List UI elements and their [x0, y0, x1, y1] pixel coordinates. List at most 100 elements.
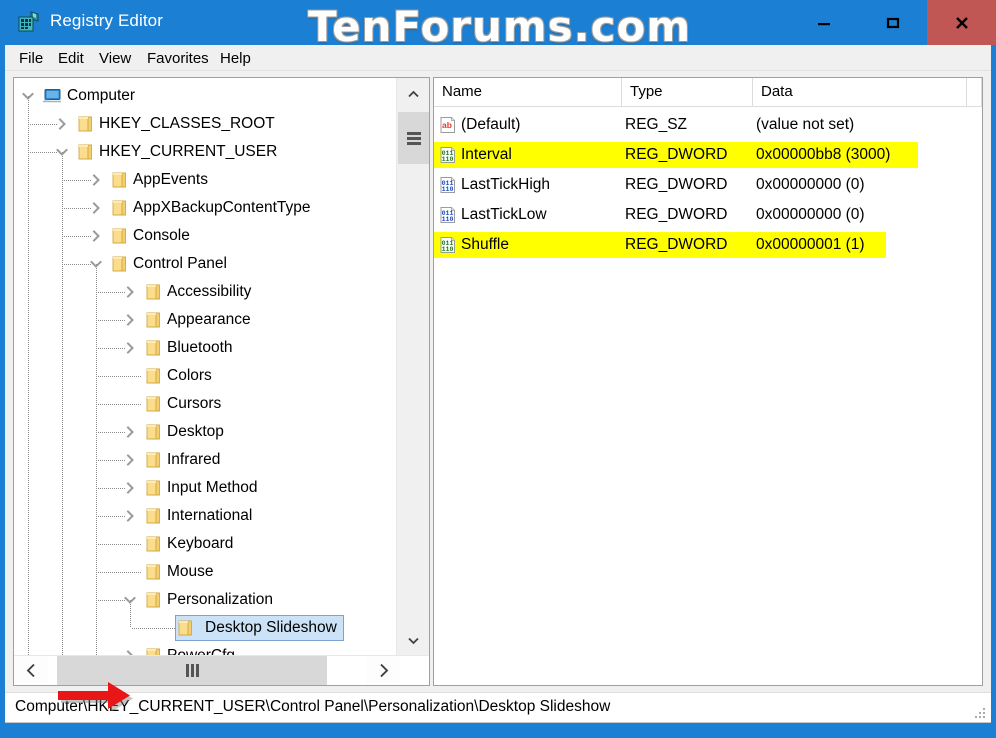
folder-icon — [146, 592, 160, 608]
tree-item-control-panel[interactable]: Control Panel — [14, 250, 396, 278]
menu-item-favorites[interactable]: Favorites — [145, 48, 211, 69]
folder-icon — [146, 536, 160, 552]
chevron-right-icon[interactable] — [122, 480, 138, 496]
value-data: 0x00000000 (0) — [756, 206, 865, 223]
column-header-type[interactable]: Type — [622, 78, 753, 106]
menu-item-help[interactable]: Help — [218, 48, 253, 69]
scroll-down-button[interactable] — [397, 624, 429, 657]
registry-tree-pane[interactable]: Computer HKEY_CLASSES_ROOT HKEY_CURRENT_US… — [13, 77, 430, 686]
tree-item-label: AppXBackupContentType — [133, 199, 311, 216]
tree-item-mouse[interactable]: Mouse — [14, 558, 396, 586]
tree-item-console[interactable]: Console — [14, 222, 396, 250]
column-header-name[interactable]: Name — [434, 78, 622, 106]
value-type: REG_DWORD — [625, 176, 728, 193]
maximize-icon — [886, 17, 899, 28]
tree-scroll-viewport: Computer HKEY_CLASSES_ROOT HKEY_CURRENT_US… — [14, 78, 396, 657]
folder-icon — [178, 620, 192, 636]
tree-item-appearance[interactable]: Appearance — [14, 306, 396, 334]
tree-item-accessibility[interactable]: Accessibility — [14, 278, 396, 306]
tree-item-colors[interactable]: Colors — [14, 362, 396, 390]
list-column-headers: Name Type Data — [434, 78, 982, 107]
chevron-down-icon[interactable] — [88, 256, 104, 272]
folder-icon — [112, 228, 126, 244]
selected-tree-item[interactable]: Desktop Slideshow — [175, 615, 344, 641]
chevron-down-icon — [408, 637, 419, 645]
chevron-right-icon[interactable] — [122, 340, 138, 356]
tree-item-hkey-classes-root[interactable]: HKEY_CLASSES_ROOT — [14, 110, 396, 138]
tree-vertical-scrollbar[interactable] — [396, 78, 429, 657]
tree-horizontal-scrollbar[interactable] — [14, 655, 429, 685]
close-button[interactable] — [927, 0, 996, 45]
chevron-right-icon[interactable] — [88, 228, 104, 244]
value-row[interactable]: 011 110 Shuffle REG_DWORD 0x00000001 (1) — [434, 230, 982, 260]
value-data: (value not set) — [756, 116, 855, 133]
dword-value-icon: 011110 — [440, 147, 455, 163]
chevron-down-icon[interactable] — [20, 88, 36, 104]
chevron-right-icon[interactable] — [122, 508, 138, 524]
tree-item-bluetooth[interactable]: Bluetooth — [14, 334, 396, 362]
tree-item-computer[interactable]: Computer — [14, 82, 396, 110]
tree-item-international[interactable]: International — [14, 502, 396, 530]
value-row[interactable]: ab (Default) REG_SZ (value not set) — [434, 110, 982, 140]
tree-item-hkey-current-user[interactable]: HKEY_CURRENT_USER — [14, 138, 396, 166]
tree-item-label: Infrared — [167, 451, 221, 468]
minimize-button[interactable] — [789, 0, 858, 45]
value-type: REG_DWORD — [625, 206, 728, 223]
tree-item-desktop-slideshow[interactable]: Desktop Slideshow — [14, 614, 396, 642]
resize-grip-icon[interactable] — [973, 706, 987, 720]
hscrollbar-track[interactable] — [49, 656, 365, 685]
chevron-right-icon[interactable] — [54, 116, 70, 132]
value-row[interactable]: 011 110 LastTickHigh REG_DWORD 0x00000000 (0… — [434, 170, 982, 200]
tree-item-label: Appearance — [167, 311, 251, 328]
tree-item-label: AppEvents — [133, 171, 208, 188]
value-row[interactable]: 011 110 LastTickLow REG_DWORD 0x00000000 (0) — [434, 200, 982, 230]
chevron-right-icon[interactable] — [88, 200, 104, 216]
tree-item-label: Input Method — [167, 479, 258, 496]
tree-item-cursors[interactable]: Cursors — [14, 390, 396, 418]
status-path-text: Computer\HKEY_CURRENT_USER\Control Panel… — [15, 698, 611, 715]
scrollbar-thumb-vertical[interactable] — [398, 112, 429, 164]
menu-item-file[interactable]: File — [17, 48, 45, 69]
status-bar: Computer\HKEY_CURRENT_USER\Control Panel… — [5, 692, 991, 723]
tree-item-label: Console — [133, 227, 190, 244]
tree-item-input-method[interactable]: Input Method — [14, 474, 396, 502]
scroll-up-button[interactable] — [397, 78, 429, 111]
registry-values-list[interactable]: Name Type Data ab (Default) REG_SZ (value not… — [433, 77, 983, 686]
chevron-right-icon[interactable] — [122, 312, 138, 328]
folder-icon — [146, 480, 160, 496]
computer-icon — [43, 89, 61, 103]
folder-icon — [112, 172, 126, 188]
value-type: REG_SZ — [625, 116, 688, 133]
tree-item-infrared[interactable]: Infrared — [14, 446, 396, 474]
value-type: REG_DWORD — [625, 236, 728, 253]
scroll-right-button[interactable] — [366, 656, 400, 685]
chevron-right-icon[interactable] — [122, 452, 138, 468]
tree-item-appevents[interactable]: AppEvents — [14, 166, 396, 194]
column-header-filler — [967, 78, 982, 106]
svg-text:110: 110 — [442, 156, 454, 163]
menu-item-view[interactable]: View — [97, 48, 133, 69]
folder-icon — [146, 424, 160, 440]
value-name: Interval — [461, 146, 512, 163]
tree-item-keyboard[interactable]: Keyboard — [14, 530, 396, 558]
chevron-right-icon[interactable] — [88, 172, 104, 188]
value-name: LastTickHigh — [461, 176, 551, 193]
value-row[interactable]: 011 110 Interval REG_DWORD 0x00000bb8 (3000) — [434, 140, 982, 170]
tree-item-desktop[interactable]: Desktop — [14, 418, 396, 446]
maximize-button[interactable] — [858, 0, 927, 45]
column-header-data[interactable]: Data — [753, 78, 967, 106]
tree-item-appxbackupcontenttype[interactable]: AppXBackupContentType — [14, 194, 396, 222]
chevron-down-icon[interactable] — [122, 592, 138, 608]
scrollbar-thumb-horizontal[interactable] — [57, 656, 327, 685]
chevron-right-icon[interactable] — [122, 424, 138, 440]
scroll-left-button[interactable] — [14, 656, 48, 685]
value-data: 0x00000001 (1) — [756, 236, 865, 253]
menu-item-edit[interactable]: Edit — [56, 48, 86, 69]
tree-item-label: Bluetooth — [167, 339, 233, 356]
folder-icon — [146, 340, 160, 356]
folder-icon — [146, 396, 160, 412]
tree-item-label: Desktop — [167, 423, 224, 440]
chevron-right-icon[interactable] — [122, 284, 138, 300]
tree-item-personalization[interactable]: Personalization — [14, 586, 396, 614]
chevron-down-icon[interactable] — [54, 144, 70, 160]
